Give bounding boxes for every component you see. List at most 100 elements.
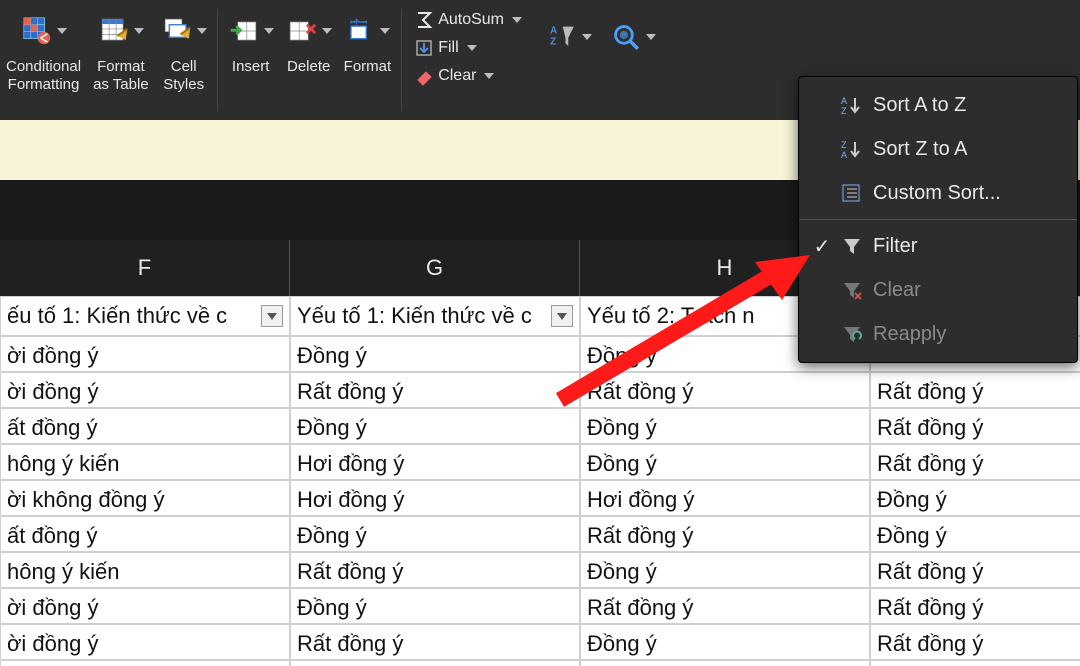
svg-text:Z: Z [841,106,847,116]
clear-label: Clear [438,67,476,85]
data-cell[interactable]: Đồng ý [870,480,1080,516]
data-cell[interactable]: ất đồng ý [0,408,290,444]
dropdown-caret-icon [264,28,274,34]
menu-clear-filter: Clear [799,268,1077,312]
autosum-icon [414,10,434,30]
insert-label: Insert [232,58,270,76]
sort-az-icon: AZ [841,94,863,116]
conditional-formatting-label: Conditional Formatting [6,58,81,94]
data-cell[interactable]: Hơi đồng ý [290,480,580,516]
header-cell[interactable]: Yếu tố 1: Kiến thức về c [290,296,580,336]
svg-text:Z: Z [550,37,556,48]
data-cell[interactable]: Rất đồng ý [290,624,580,660]
clear-button[interactable]: Clear [410,62,526,90]
data-cell[interactable]: Đồng ý [290,408,580,444]
menu-custom-sort[interactable]: Custom Sort... [799,171,1077,215]
format-button[interactable]: Format [338,6,398,78]
data-cell[interactable]: Đồng ý [580,660,870,666]
data-cell[interactable]: ời đồng ý [0,624,290,660]
cell-styles-button[interactable]: Cell Styles [155,6,213,96]
data-cell[interactable]: Rất đồng ý [870,408,1080,444]
data-cell[interactable]: Rất đồng ý [870,588,1080,624]
dropdown-caret-icon [484,73,494,79]
format-cells-icon [344,8,376,54]
column-header-F[interactable]: F [0,240,290,296]
data-cell[interactable]: Đồng ý [580,552,870,588]
data-cell[interactable]: ời đồng ý [0,372,290,408]
header-text: ếu tố 1: Kiến thức về c [7,303,227,328]
fill-button[interactable]: Fill [410,34,526,62]
menu-label: Sort Z to A [873,138,967,161]
dropdown-caret-icon [57,28,67,34]
menu-filter[interactable]: ✓ Filter [799,224,1077,268]
svg-text:A: A [550,26,557,37]
data-cell[interactable]: Rất đồng ý [580,588,870,624]
menu-label: Sort A to Z [873,94,966,117]
menu-separator [799,219,1077,220]
data-cell[interactable]: Đồng ý [290,588,580,624]
data-cell[interactable]: ất đồng ý [0,516,290,552]
custom-sort-icon [841,182,863,204]
data-cell[interactable]: Rất đồng ý [290,372,580,408]
filter-icon [841,235,863,257]
cell-styles-label: Cell Styles [163,58,204,94]
column-header-G[interactable]: G [290,240,580,296]
dropdown-caret-icon [646,34,656,40]
format-as-table-label: Format as Table [93,58,149,94]
insert-cells-icon [228,8,260,54]
menu-reapply-filter: Reapply [799,312,1077,356]
delete-button[interactable]: Delete [280,6,338,78]
dropdown-caret-icon [380,28,390,34]
search-icon [610,14,642,60]
data-cell[interactable]: Rất đồng ý [870,552,1080,588]
data-cell[interactable]: hông ý kiến [0,444,290,480]
data-cell[interactable]: Đồng ý [870,660,1080,666]
data-cell[interactable]: ời đồng ý [0,336,290,372]
dropdown-caret-icon [197,28,207,34]
autosum-button[interactable]: AutoSum [410,6,526,34]
menu-sort-az[interactable]: AZ Sort A to Z [799,83,1077,127]
header-text: Yếu tố 1: Kiến thức về c [297,303,532,328]
svg-text:A: A [841,150,847,160]
filter-dropdown-button[interactable] [551,305,573,327]
data-cell[interactable]: Hơi đồng ý [290,444,580,480]
menu-label: Reapply [873,323,946,346]
svg-text:Z: Z [841,140,847,150]
data-cell[interactable]: Đồng ý [290,660,580,666]
data-cell[interactable]: hông ý kiến [0,552,290,588]
conditional-formatting-button[interactable]: Conditional Formatting [0,6,87,96]
cell-styles-icon [161,8,193,54]
filter-clear-icon [841,279,863,301]
fill-label: Fill [438,39,458,57]
data-cell[interactable]: Đồng ý [290,516,580,552]
eraser-icon [414,66,434,86]
data-cell[interactable]: Rất đồng ý [580,372,870,408]
find-select-button[interactable] [608,12,658,62]
data-cell[interactable]: ời không đồng ý [0,480,290,516]
data-cell[interactable]: Rất đồng ý [870,624,1080,660]
data-cell[interactable]: Hơi đồng ý [580,480,870,516]
check-icon: ✓ [813,234,831,259]
dropdown-caret-icon [134,28,144,34]
autosum-label: AutoSum [438,11,504,29]
format-as-table-button[interactable]: Format as Table [87,6,155,96]
group-separator [217,10,218,110]
sort-filter-button[interactable]: A Z [544,12,594,62]
data-cell[interactable]: Rất đồng ý [580,516,870,552]
filter-dropdown-button[interactable] [261,305,283,327]
data-cell[interactable]: Đồng ý [580,624,870,660]
data-cell[interactable]: Rất đồng ý [290,552,580,588]
menu-sort-za[interactable]: ZA Sort Z to A [799,127,1077,171]
data-cell[interactable]: ất đồng ý [0,660,290,666]
data-cell[interactable]: Đồng ý [870,516,1080,552]
insert-button[interactable]: Insert [222,6,280,78]
data-cell[interactable]: Đồng ý [580,444,870,480]
group-separator [401,10,402,110]
data-cell[interactable]: Rất đồng ý [870,444,1080,480]
data-cell[interactable]: Đồng ý [290,336,580,372]
header-cell[interactable]: ếu tố 1: Kiến thức về c [0,296,290,336]
dropdown-caret-icon [467,45,477,51]
data-cell[interactable]: ời đồng ý [0,588,290,624]
data-cell[interactable]: Đồng ý [580,408,870,444]
data-cell[interactable]: Rất đồng ý [870,372,1080,408]
